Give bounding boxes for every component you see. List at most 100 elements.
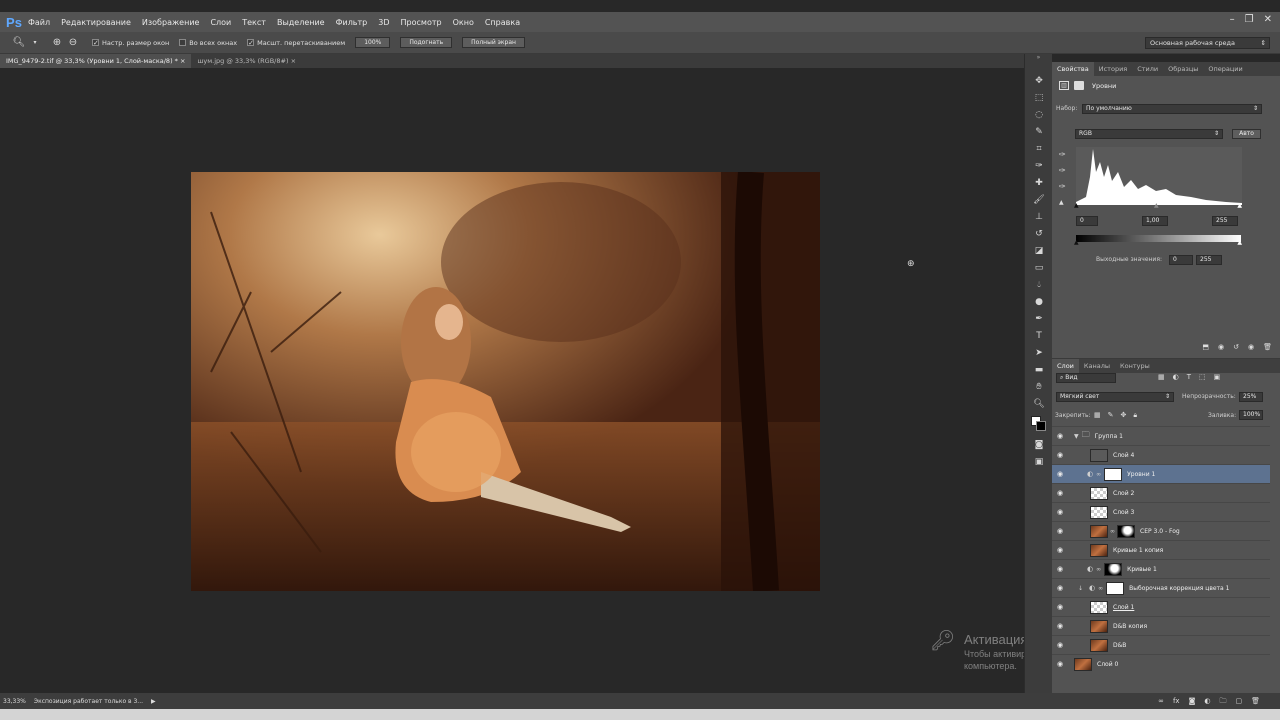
lock-transparency-icon[interactable]: ▦ <box>1094 411 1101 420</box>
clip-to-layer-icon[interactable]: ⬒ <box>1202 343 1209 351</box>
black-point-eyedropper-icon[interactable]: ✑ <box>1059 147 1066 163</box>
eye-icon[interactable]: ◉ <box>1052 641 1068 649</box>
zoom-tool-icon[interactable]: 🔍︎ <box>1025 395 1053 412</box>
eye-icon[interactable]: ◉ <box>1052 622 1068 630</box>
marquee-tool-icon[interactable]: ⬚ <box>1025 89 1053 106</box>
black-point-slider-icon[interactable]: ▲ <box>1074 202 1079 209</box>
menu-type[interactable]: Текст <box>242 18 266 27</box>
lock-position-icon[interactable]: ✥ <box>1121 411 1127 420</box>
zoom-in-icon[interactable]: ⊕ <box>50 36 64 50</box>
reset-icon[interactable]: ↺ <box>1233 343 1239 351</box>
layer-row-levels-1[interactable]: ◉ ◐ ∞ Уровни 1 <box>1052 464 1270 483</box>
mask-thumbnail[interactable] <box>1106 581 1125 595</box>
eye-icon[interactable]: ◉ <box>1052 451 1068 459</box>
lock-all-icon[interactable]: 🔒︎ <box>1133 411 1137 420</box>
layer-row-curves-1[interactable]: ◉ ◐ ∞ Кривые 1 <box>1052 559 1270 578</box>
type-tool-icon[interactable]: T <box>1025 327 1053 344</box>
gray-point-eyedropper-icon[interactable]: ✑ <box>1059 163 1066 179</box>
layer-row-layer-3[interactable]: ◉ Слой 3 <box>1052 502 1270 521</box>
menu-select[interactable]: Выделение <box>277 18 325 27</box>
eye-icon[interactable]: ◉ <box>1052 584 1068 592</box>
menu-layers[interactable]: Слои <box>210 18 231 27</box>
eye-icon[interactable]: ◉ <box>1052 527 1068 535</box>
layer-row-db-copy[interactable]: ◉ D&B копия <box>1052 616 1270 635</box>
eye-icon[interactable]: ◉ <box>1052 508 1068 516</box>
fill-screen-button[interactable]: Полный экран <box>462 37 525 48</box>
tab-properties[interactable]: Свойства <box>1052 62 1094 76</box>
link-icon[interactable]: ∞ <box>1096 471 1101 478</box>
eye-icon[interactable]: ◉ <box>1052 470 1068 478</box>
quick-select-tool-icon[interactable]: ✎ <box>1025 123 1053 140</box>
workspace-select[interactable]: Основная рабочая среда ⇕ <box>1145 37 1270 49</box>
layer-row-group-1[interactable]: ◉ ▼ 🗀 Группа 1 <box>1052 426 1270 445</box>
minimize-icon[interactable]: – <box>1230 14 1235 25</box>
adjustment-filter-icon[interactable]: ◐ <box>1173 373 1179 381</box>
gradient-tool-icon[interactable]: ▭ <box>1025 259 1053 276</box>
add-mask-icon[interactable]: ◙ <box>1189 697 1196 708</box>
eye-icon[interactable]: ◉ <box>1052 546 1068 554</box>
fx-icon[interactable]: fx <box>1173 697 1180 708</box>
close-icon[interactable]: ✕ <box>1264 14 1272 25</box>
move-tool-icon[interactable]: ✥ <box>1025 72 1053 89</box>
smart-object-filter-icon[interactable]: ▣ <box>1214 373 1221 381</box>
clipping-icon[interactable]: ▲ <box>1059 195 1066 211</box>
tab-actions[interactable]: Операции <box>1203 62 1247 76</box>
output-black-field[interactable]: 0 <box>1169 255 1193 265</box>
tab-swatches[interactable]: Образцы <box>1163 62 1203 76</box>
type-filter-icon[interactable]: T <box>1187 373 1191 381</box>
output-black-slider-icon[interactable]: ▲ <box>1074 239 1079 246</box>
tool-preset-chevron-icon[interactable]: ▾ <box>28 36 42 50</box>
mask-icon[interactable] <box>1074 81 1084 90</box>
shape-filter-icon[interactable]: ⬚ <box>1199 373 1206 381</box>
trash-icon[interactable]: 🗑︎ <box>1263 343 1272 351</box>
menu-filter[interactable]: Фильтр <box>336 18 368 27</box>
status-arrow-icon[interactable]: ▶ <box>151 698 156 705</box>
menu-edit[interactable]: Редактирование <box>61 18 131 27</box>
menu-3d[interactable]: 3D <box>378 18 389 27</box>
close-tab-icon[interactable]: × <box>291 57 296 65</box>
zoom-tool-icon[interactable]: 🔍︎ <box>12 36 26 50</box>
input-slider-track[interactable]: ▲ ▲ ▲ <box>1074 202 1242 209</box>
layer-row-layer-4[interactable]: ◉ Слой 4 <box>1052 445 1270 464</box>
eye-icon[interactable]: ◉ <box>1052 432 1068 440</box>
dodge-tool-icon[interactable]: ● <box>1025 293 1053 310</box>
mask-thumbnail[interactable] <box>1104 467 1123 481</box>
auto-button[interactable]: Авто <box>1232 129 1261 139</box>
resize-windows-checkbox[interactable]: ✓ Настр. размер окон <box>92 39 169 47</box>
opacity-field[interactable]: 25% <box>1239 392 1263 402</box>
new-group-icon[interactable]: 🗀 <box>1219 697 1226 708</box>
layer-filter-select[interactable]: ⌕ Вид <box>1056 373 1116 383</box>
lasso-tool-icon[interactable]: ◌ <box>1025 106 1053 123</box>
layer-row-cep-fog[interactable]: ◉ ∞ CEP 3.0 - Fog <box>1052 521 1270 540</box>
eye-icon[interactable]: ◉ <box>1052 489 1068 497</box>
tab-noise-jpg[interactable]: шум.jpg @ 33,3% (RGB/8#) × <box>191 54 302 68</box>
document-image[interactable] <box>191 172 820 591</box>
restore-icon[interactable]: ❐ <box>1245 14 1254 25</box>
lock-pixels-icon[interactable]: ✎ <box>1108 411 1114 420</box>
fill-field[interactable]: 100% <box>1239 410 1263 420</box>
link-icon[interactable]: ∞ <box>1098 585 1103 592</box>
blend-mode-select[interactable]: Мягкий свет ⇕ <box>1056 392 1174 402</box>
crop-tool-icon[interactable]: ⌗ <box>1025 140 1053 157</box>
menu-view[interactable]: Просмотр <box>401 18 442 27</box>
layer-row-layer-0[interactable]: ◉ Слой 0 <box>1052 654 1270 673</box>
zoom-out-icon[interactable]: ⊖ <box>66 36 80 50</box>
menu-window[interactable]: Окно <box>453 18 474 27</box>
channel-select[interactable]: RGB ⇕ <box>1075 129 1223 139</box>
fit-screen-button[interactable]: Подогнать <box>400 37 453 48</box>
white-point-eyedropper-icon[interactable]: ✑ <box>1059 179 1066 195</box>
gamma-slider-icon[interactable]: ▲ <box>1154 202 1159 209</box>
output-white-field[interactable]: 255 <box>1196 255 1222 265</box>
disclosure-triangle-icon[interactable]: ▼ <box>1074 433 1079 440</box>
link-layers-icon[interactable]: ∞ <box>1158 697 1164 708</box>
visibility-icon[interactable]: ◉ <box>1248 343 1254 351</box>
white-point-slider-icon[interactable]: ▲ <box>1237 202 1242 209</box>
pen-tool-icon[interactable]: ✒ <box>1025 310 1053 327</box>
history-brush-tool-icon[interactable]: ↺ <box>1025 225 1053 242</box>
layer-row-layer-1[interactable]: ◉ Слой 1 <box>1052 597 1270 616</box>
tab-styles[interactable]: Стили <box>1132 62 1163 76</box>
layer-row-layer-2[interactable]: ◉ Слой 2 <box>1052 483 1270 502</box>
output-slider-track[interactable]: ▲ ▲ <box>1074 239 1242 246</box>
hand-tool-icon[interactable]: ✋︎ <box>1025 378 1053 395</box>
output-white-slider-icon[interactable]: ▲ <box>1237 239 1242 246</box>
